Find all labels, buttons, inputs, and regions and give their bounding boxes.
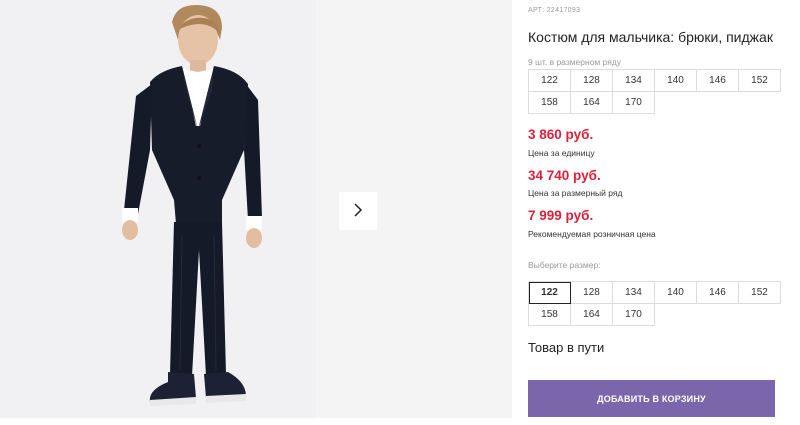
pack-size-cell: 158	[529, 92, 571, 114]
size-option-140[interactable]: 140	[655, 282, 697, 304]
pack-size-cell: 170	[613, 92, 655, 114]
pack-size-cell: 152	[739, 70, 781, 92]
size-select-label: Выберите размер:	[528, 260, 601, 270]
pack-size-note: 9 шт. в размерном ряду	[528, 57, 622, 67]
product-sku: АРТ: 22417093	[528, 7, 581, 14]
product-photo[interactable]	[0, 0, 316, 418]
size-select-grid: 122 128 134 140 146 152 158 164 170	[528, 281, 781, 326]
size-option-164[interactable]: 164	[571, 304, 613, 326]
boy-in-suit-image	[0, 0, 316, 418]
size-option-152[interactable]: 152	[739, 282, 781, 304]
chevron-right-icon	[351, 202, 365, 221]
unit-price: 3 860 руб.	[528, 127, 594, 142]
size-option-128[interactable]: 128	[571, 282, 613, 304]
pack-size-cell: 122	[529, 70, 571, 92]
size-option-170[interactable]: 170	[613, 304, 655, 326]
size-option-146[interactable]: 146	[697, 282, 739, 304]
retail-price: 7 999 руб.	[528, 208, 594, 223]
pack-size-grid: 122 128 134 140 146 152 158 164 170	[528, 69, 781, 114]
size-option-134[interactable]: 134	[613, 282, 655, 304]
pack-size-cell: 128	[571, 70, 613, 92]
add-to-cart-button[interactable]: ДОБАВИТЬ В КОРЗИНУ	[528, 380, 775, 417]
availability-status: Товар в пути	[528, 340, 605, 355]
product-gallery	[0, 0, 512, 425]
product-title: Костюм для мальчика: брюки, пиджак	[528, 29, 773, 45]
size-option-122[interactable]: 122	[529, 282, 571, 304]
pack-size-cell: 140	[655, 70, 697, 92]
next-image-button[interactable]	[339, 192, 377, 230]
pack-size-cell: 164	[571, 92, 613, 114]
pack-price: 34 740 руб.	[528, 168, 601, 183]
pack-price-label: Цена за размерный ряд	[528, 188, 623, 198]
retail-price-label: Рекомендуемая розничная цена	[528, 229, 656, 239]
unit-price-label: Цена за единицу	[528, 148, 595, 158]
size-option-158[interactable]: 158	[529, 304, 571, 326]
pack-size-cell: 134	[613, 70, 655, 92]
pack-size-cell: 146	[697, 70, 739, 92]
